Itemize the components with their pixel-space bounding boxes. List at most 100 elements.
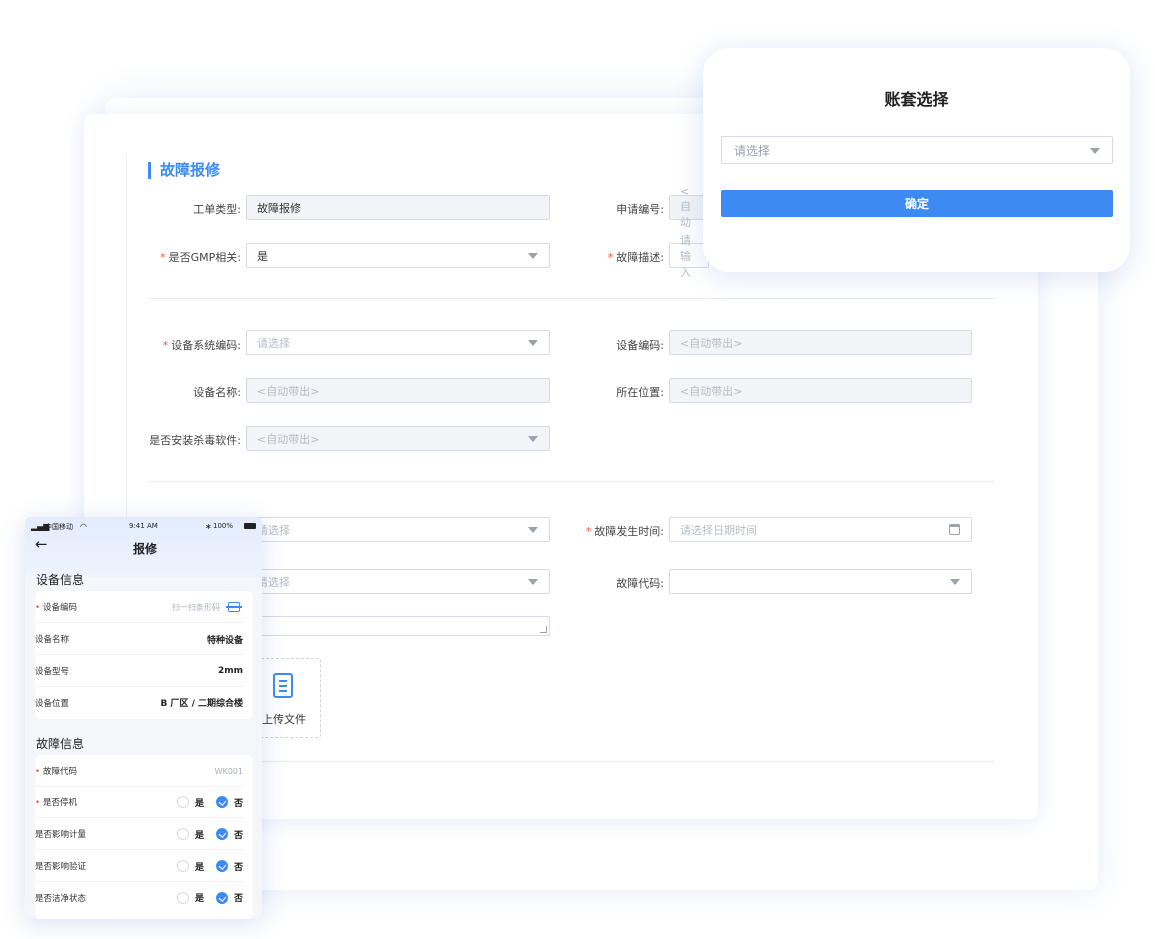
clock-label: 9:41 AM xyxy=(129,522,158,530)
order-type-field: 故障报修 xyxy=(246,195,550,220)
sys-code-select[interactable]: 请选择 xyxy=(246,330,550,355)
chevron-down-icon xyxy=(1090,148,1100,154)
upload-label: 上传文件 xyxy=(262,713,306,726)
antivirus-value: <自动带出> xyxy=(257,432,320,446)
radio-yes-label: 是 xyxy=(194,830,204,841)
fault-code-row-value: WK001 xyxy=(214,766,243,776)
clean-state-row: 是否洁净状态 是 否 xyxy=(35,882,243,913)
equip-code-label: 设备编码: xyxy=(616,339,664,352)
account-set-select[interactable]: 请选择 xyxy=(721,136,1113,164)
apply-no-value: <自动 xyxy=(680,185,691,229)
divider xyxy=(148,298,995,299)
gmp-label-text: 是否GMP相关: xyxy=(168,251,241,264)
location-label: 所在位置: xyxy=(616,386,664,399)
select-b[interactable]: 请选择 xyxy=(246,569,550,594)
calendar-icon xyxy=(949,524,960,535)
mobile-app-screen: ▂▄▆ 中国移动 ◠ 9:41 AM ∗ 100% ← 报修 设备信息 • 设备编… xyxy=(25,517,262,919)
apply-no-label: 申请编号: xyxy=(616,203,664,216)
affect-measure-row: 是否影响计量 是 否 xyxy=(35,819,243,850)
equip-section-title: 设备信息 xyxy=(36,573,85,587)
radio-no-label: 否 xyxy=(233,862,243,873)
fault-code-row[interactable]: • 故障代码 WK001 xyxy=(35,756,243,787)
divider xyxy=(148,481,995,482)
chevron-down-icon xyxy=(528,436,538,442)
equip-location-row-value: B 厂区 / 二期综合楼 xyxy=(160,699,243,709)
equip-location-row: 设备位置 B 厂区 / 二期综合楼 xyxy=(35,687,243,718)
fault-desc-label-text: 故障描述: xyxy=(616,251,664,264)
fault-time-picker[interactable]: 请选择日期时间 xyxy=(669,517,972,542)
gmp-value: 是 xyxy=(257,249,268,263)
fault-time-placeholder: 请选择日期时间 xyxy=(680,523,757,537)
fault-desc-placeholder: 请输入 xyxy=(680,233,691,279)
radio-yes[interactable] xyxy=(176,796,189,808)
fault-time-label: * 故障发生时间: xyxy=(585,525,664,538)
radio-yes[interactable] xyxy=(176,860,189,872)
radio-no-checked[interactable] xyxy=(215,796,228,808)
equip-name-row: 设备名称 特种设备 xyxy=(35,624,243,655)
account-set-placeholder: 请选择 xyxy=(734,143,771,158)
radio-yes-label: 是 xyxy=(194,862,204,873)
confirm-button[interactable]: 确定 xyxy=(721,190,1113,217)
bluetooth-icon: ∗ xyxy=(205,522,212,531)
sys-code-placeholder: 请选择 xyxy=(257,336,290,350)
equip-name-row-label: 设备名称 xyxy=(35,635,70,645)
radio-no-checked[interactable] xyxy=(215,891,228,904)
radio-no-checked[interactable] xyxy=(215,828,228,840)
fault-time-label-text: 故障发生时间: xyxy=(594,525,664,538)
fault-code-row-label: 故障代码 xyxy=(43,767,78,777)
radio-no-label: 否 xyxy=(233,894,243,904)
equip-model-row: 设备型号 2mm xyxy=(35,656,243,687)
shutdown-row-label: 是否停机 xyxy=(43,798,78,808)
equip-name-row-value: 特种设备 xyxy=(206,635,243,646)
select-a[interactable]: 请选择 xyxy=(246,517,550,542)
affect-verify-row-label: 是否影响验证 xyxy=(35,862,87,872)
location-field: <自动带出> xyxy=(669,378,972,403)
scan-barcode-text: 扫一扫条形码 xyxy=(172,602,220,612)
gmp-select[interactable]: 是 xyxy=(246,243,550,268)
back-arrow-icon[interactable]: ← xyxy=(35,535,48,553)
battery-label: 100% xyxy=(213,522,234,530)
fault-section-title: 故障信息 xyxy=(36,737,85,751)
shutdown-row: • 是否停机 是 否 xyxy=(35,787,243,818)
remark-textarea[interactable] xyxy=(246,616,550,636)
fault-desc-label: * 故障描述: xyxy=(607,251,664,264)
resize-handle-icon[interactable] xyxy=(540,626,547,633)
affect-verify-row: 是否影响验证 是 否 xyxy=(35,851,243,882)
equip-code-row-label: 设备编码 xyxy=(43,603,78,613)
equip-model-row-label: 设备型号 xyxy=(35,667,70,677)
popup-title: 账套选择 xyxy=(884,90,949,109)
order-type-value: 故障报修 xyxy=(257,201,301,215)
gmp-label: * 是否GMP相关: xyxy=(160,251,241,264)
radio-no-checked[interactable] xyxy=(215,860,228,872)
location-value: <自动带出> xyxy=(680,384,743,398)
equip-code-row[interactable]: • 设备编码 扫一扫条形码 xyxy=(35,592,243,623)
chevron-down-icon xyxy=(950,579,960,585)
equip-code-field: <自动带出> xyxy=(669,330,972,355)
radio-yes[interactable] xyxy=(176,891,189,904)
equip-name-label: 设备名称: xyxy=(193,386,241,399)
order-type-label: 工单类型: xyxy=(193,203,241,216)
radio-yes[interactable] xyxy=(176,828,189,840)
affect-measure-row-label: 是否影响计量 xyxy=(35,830,87,840)
equip-code-value: <自动带出> xyxy=(680,336,743,350)
clean-state-row-label: 是否洁净状态 xyxy=(35,893,87,904)
equip-model-row-value: 2mm xyxy=(217,666,243,676)
carrier-label: 中国移动 xyxy=(45,523,73,531)
radio-no-label: 否 xyxy=(233,798,243,809)
equip-name-field: <自动带出> xyxy=(246,378,550,403)
file-icon xyxy=(273,673,293,698)
scan-icon[interactable] xyxy=(226,602,242,612)
radio-yes-label: 是 xyxy=(194,894,204,904)
wifi-icon: ◠ xyxy=(80,522,87,531)
mobile-title: 报修 xyxy=(133,542,158,556)
fault-code-label: 故障代码: xyxy=(616,577,664,590)
sys-code-label-text: 设备系统编码: xyxy=(171,339,241,352)
sys-code-label: * 设备系统编码: xyxy=(162,339,241,352)
antivirus-label: 是否安装杀毒软件: xyxy=(149,434,241,447)
battery-icon xyxy=(244,523,256,529)
radio-yes-label: 是 xyxy=(194,798,204,809)
fault-code-select[interactable] xyxy=(669,569,972,594)
radio-no-label: 否 xyxy=(233,830,243,841)
equip-location-row-label: 设备位置 xyxy=(35,698,70,709)
antivirus-field: <自动带出> xyxy=(246,426,550,451)
